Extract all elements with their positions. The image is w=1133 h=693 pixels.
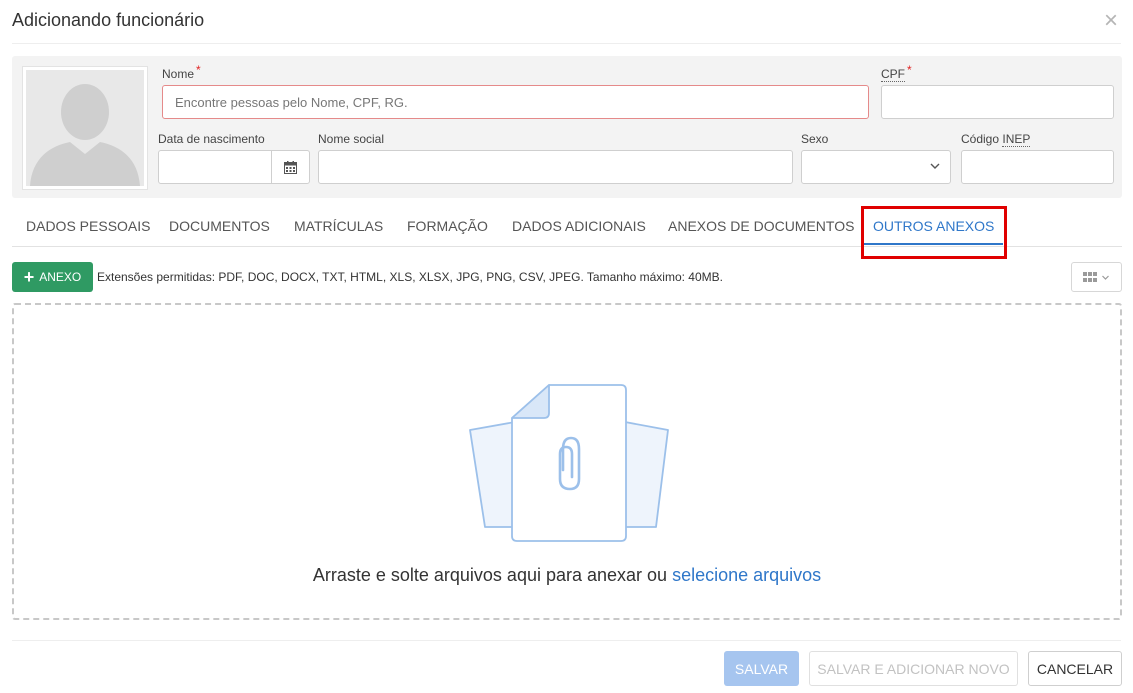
tab-matriculas[interactable]: MATRÍCULAS — [294, 218, 383, 234]
close-icon[interactable]: × — [1101, 9, 1121, 34]
calendar-icon[interactable] — [271, 151, 309, 183]
cpf-label: CPF * — [881, 63, 912, 82]
sexo-label: Sexo — [801, 132, 829, 146]
tab-anexos-de-documentos[interactable]: ANEXOS DE DOCUMENTOS — [668, 218, 854, 234]
data-nascimento-label: Data de nascimento — [158, 132, 265, 146]
nome-input[interactable] — [162, 85, 869, 119]
nome-social-label: Nome social — [318, 132, 385, 146]
dropzone-text: Arraste e solte arquivos aqui para anexa… — [14, 565, 1120, 586]
tab-dados-adicionais[interactable]: DADOS ADICIONAIS — [512, 218, 646, 234]
codigo-inep-input[interactable] — [961, 150, 1114, 184]
codigo-inep-label: Código INEP — [961, 132, 1031, 147]
footer-divider — [12, 640, 1121, 641]
view-mode-button[interactable] — [1071, 262, 1122, 292]
dropzone-instruction: Arraste e solte arquivos aqui para anexa… — [312, 565, 673, 585]
person-silhouette-icon — [26, 70, 144, 186]
nome-social-input[interactable] — [318, 150, 793, 184]
codigo-label-text: Código — [961, 132, 1003, 146]
chevron-down-icon — [930, 163, 940, 169]
highlight-box — [861, 206, 1007, 259]
tab-dados-pessoais[interactable]: DADOS PESSOAIS — [26, 218, 150, 234]
select-files-link[interactable]: selecione arquivos — [672, 565, 821, 585]
cpf-input[interactable] — [881, 85, 1114, 119]
allowed-extensions-text: Extensões permitidas: PDF, DOC, DOCX, TX… — [97, 270, 723, 284]
grid-view-icon — [1083, 272, 1097, 282]
tabs-bar: DADOS PESSOAIS DOCUMENTOS MATRÍCULAS FOR… — [12, 206, 1122, 259]
plus-icon: + — [23, 267, 35, 287]
nome-label-text: Nome — [162, 67, 195, 81]
tab-formacao[interactable]: FORMAÇÃO — [407, 218, 488, 234]
add-attachment-label: ANEXO — [39, 270, 82, 284]
avatar[interactable] — [22, 66, 148, 190]
add-attachment-button[interactable]: + ANEXO — [12, 262, 93, 292]
title-divider — [12, 43, 1121, 44]
save-and-add-new-button[interactable]: SALVAR E ADICIONAR NOVO — [809, 651, 1018, 686]
cpf-label-text: CPF — [881, 67, 905, 82]
nome-label: Nome * — [162, 63, 201, 81]
inep-abbr: INEP — [1002, 132, 1031, 147]
cpf-required-mark: * — [907, 63, 912, 77]
cancel-button[interactable]: CANCELAR — [1028, 651, 1122, 686]
modal-title: Adicionando funcionário — [12, 10, 205, 30]
nome-required-mark: * — [196, 63, 201, 77]
data-nascimento-field[interactable] — [158, 150, 310, 184]
attachment-files-icon — [469, 384, 669, 542]
sexo-select[interactable] — [801, 150, 951, 184]
employee-header: Nome* CPF* Data de nascimento Nome socia… — [12, 56, 1122, 198]
chevron-down-icon — [1102, 275, 1109, 280]
tab-documentos[interactable]: DOCUMENTOS — [169, 218, 270, 234]
file-dropzone[interactable]: Arraste e solte arquivos aqui para anexa… — [12, 303, 1122, 620]
save-button[interactable]: SALVAR — [724, 651, 799, 686]
